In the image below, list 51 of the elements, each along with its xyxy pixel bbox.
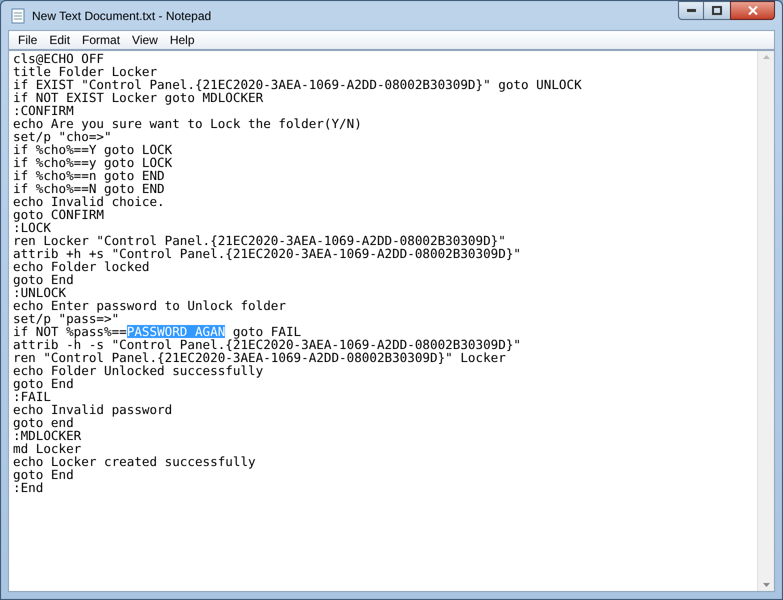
menu-item[interactable]: File	[12, 31, 44, 49]
menu-item[interactable]: Edit	[43, 31, 76, 49]
code-line: :UNLOCK	[13, 286, 66, 299]
code-line: attrib -h -s "Control Panel.{21EC2020-3AEA-1069-A2DD-08002B30309D}"	[13, 338, 521, 351]
code-line: cls@ECHO OFF	[13, 52, 104, 65]
code-line: ren Locker "Control Panel.{21EC2020-3AEA-1069-A2DD-08002B30309D}"	[13, 234, 506, 247]
code-line: echo Folder Unlocked successfully	[13, 364, 264, 377]
code-line: if %cho%==y goto LOCK	[13, 156, 172, 169]
code-line: ren "Control Panel.{21EC2020-3AEA-1069-A2DD-08002B30309D}" Locker	[13, 351, 506, 364]
close-icon	[748, 6, 758, 15]
menu-item[interactable]: View	[126, 31, 164, 49]
maximize-icon	[712, 6, 722, 15]
code-line: :CONFIRM	[13, 104, 74, 117]
code-line: :End	[13, 481, 44, 494]
code-line: set/p "pass=>"	[13, 312, 120, 325]
code-line: echo Invalid choice.	[13, 195, 165, 208]
code-line: :MDLOCKER	[13, 429, 82, 442]
notepad-icon	[10, 8, 26, 24]
code-line: goto end	[13, 416, 74, 429]
code-line: :LOCK	[13, 221, 51, 234]
code-line: md Locker	[13, 442, 82, 455]
window-title: New Text Document.txt - Notepad	[32, 8, 212, 24]
code-line: echo Folder locked	[13, 260, 150, 273]
code-line: :FAIL	[13, 390, 51, 403]
code-line: if %cho%==Y goto LOCK	[13, 143, 172, 156]
scroll-down-icon[interactable]	[762, 583, 770, 587]
code-line: echo Enter password to Unlock folder	[13, 299, 286, 312]
menu-item[interactable]: Format	[76, 31, 126, 49]
minimize-button[interactable]	[678, 1, 704, 20]
code-text: goto FAIL	[232, 325, 302, 338]
close-button[interactable]	[730, 1, 775, 20]
code-line: if %cho%==N goto END	[13, 182, 165, 195]
code-line: goto CONFIRM	[13, 208, 104, 221]
code-line: if NOT EXIST Locker goto MDLOCKER	[13, 91, 264, 104]
vertical-scrollbar[interactable]	[757, 51, 774, 591]
code-line: set/p "cho=>"	[13, 130, 112, 143]
code-line: goto End	[13, 273, 74, 286]
code-line: echo Locker created successfully	[13, 455, 256, 468]
code-line: attrib +h +s "Control Panel.{21EC2020-3AEA-1069-A2DD-08002B30309D}"	[13, 247, 521, 260]
code-text: if NOT %pass%==	[13, 325, 127, 338]
minimize-icon	[686, 9, 696, 12]
code-line: if EXIST "Control Panel.{21EC2020-3AEA-1069-A2DD-08002B30309D}" goto UNLOCK	[13, 78, 582, 91]
maximize-button[interactable]	[704, 1, 730, 20]
code-line: echo Are you sure want to Lock the folder(Y/N)	[13, 117, 362, 130]
code-line: echo Invalid password	[13, 403, 172, 416]
selected-text: PASSWORD AGAN	[126, 325, 226, 338]
code-line: if %cho%==n goto END	[13, 169, 165, 182]
code-line: goto End	[13, 377, 74, 390]
menu-item[interactable]: Help	[164, 31, 201, 49]
code-line: title Folder Locker	[13, 65, 158, 78]
code-line: goto End	[13, 468, 74, 481]
